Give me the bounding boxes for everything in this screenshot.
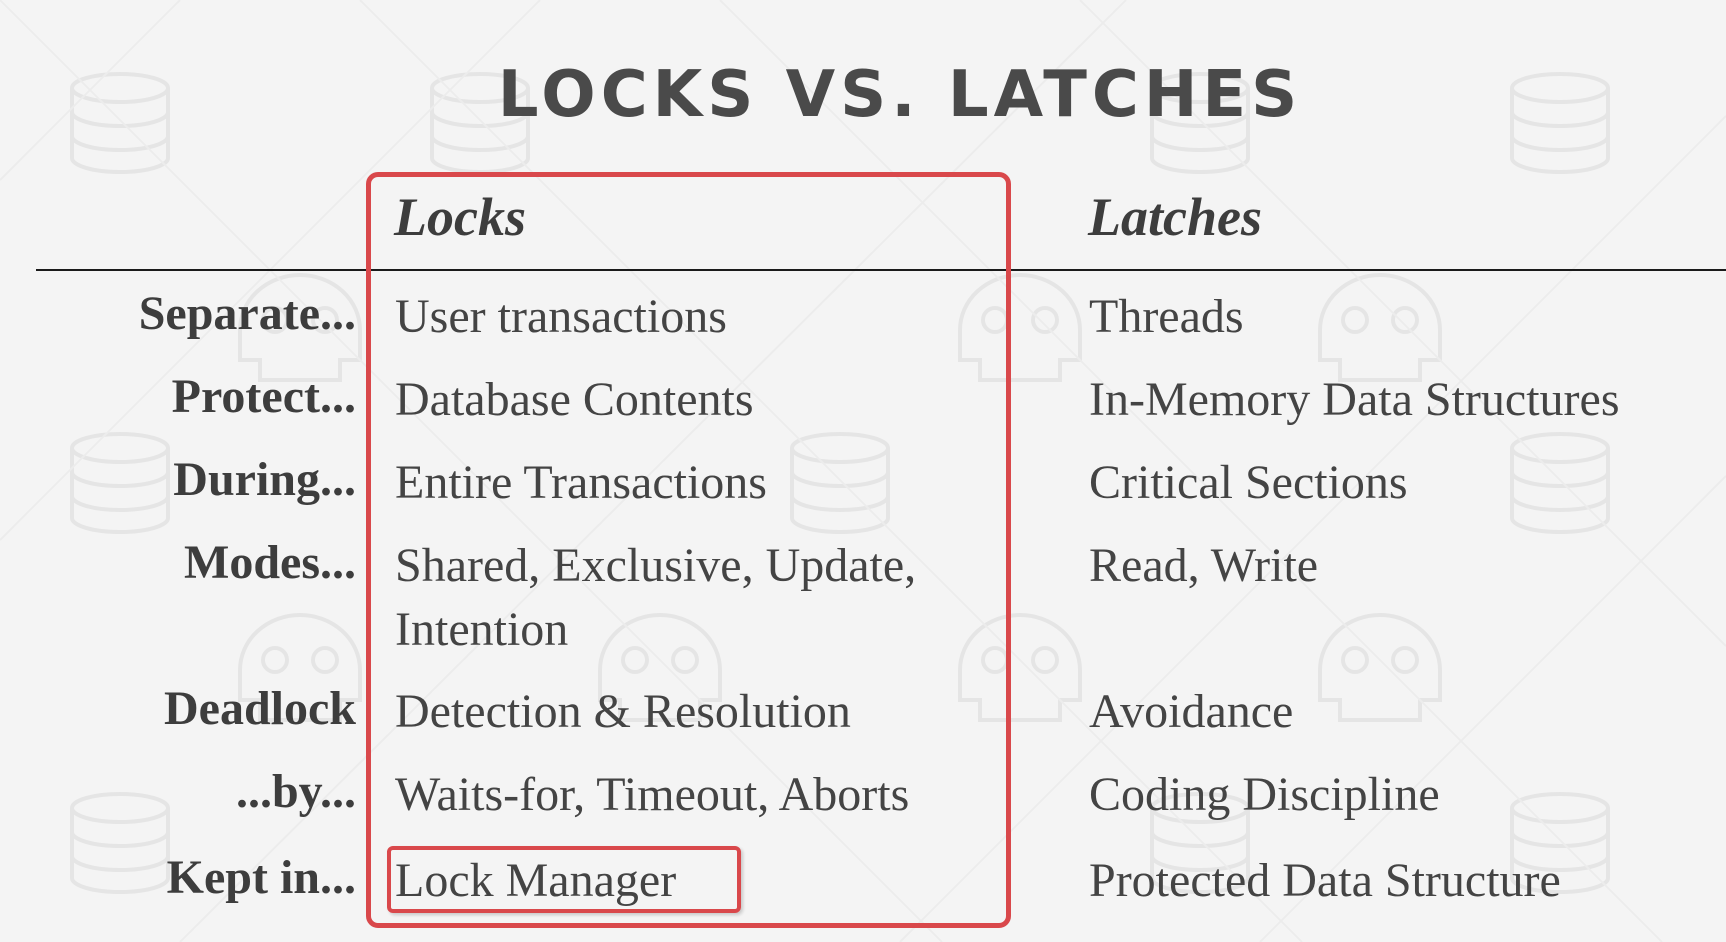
- skull-icon: [1318, 613, 1442, 722]
- latches-cell-deadlock: Avoidance: [1089, 685, 1294, 738]
- column-header-latches: Latches: [1088, 187, 1262, 247]
- latches-cell-protect: In-Memory Data Structures: [1089, 373, 1620, 426]
- row-label-modes: Modes...: [184, 536, 356, 589]
- row-label-during: During...: [173, 453, 356, 506]
- row-label-protect: Protect...: [171, 370, 356, 423]
- database-icon: [70, 432, 170, 534]
- latches-cell-kept-in: Protected Data Structure: [1089, 854, 1561, 907]
- lock-manager-highlight: [387, 846, 741, 913]
- database-icon: [1510, 432, 1610, 534]
- database-icon: [70, 792, 170, 894]
- row-label-by: ...by...: [235, 765, 356, 818]
- latches-cell-during: Critical Sections: [1089, 456, 1408, 509]
- latches-cell-separate: Threads: [1089, 290, 1244, 343]
- skull-icon: [1318, 273, 1442, 382]
- latches-cell-by: Coding Discipline: [1089, 768, 1440, 821]
- slide-title: LOCKS VS. LATCHES: [497, 58, 1303, 132]
- row-label-deadlock: Deadlock: [164, 682, 356, 735]
- row-label-kept-in: Kept in...: [166, 851, 356, 904]
- locks-column-highlight: [366, 172, 1011, 928]
- latches-cell-modes: Read, Write: [1089, 539, 1319, 592]
- row-label-separate: Separate...: [138, 287, 356, 340]
